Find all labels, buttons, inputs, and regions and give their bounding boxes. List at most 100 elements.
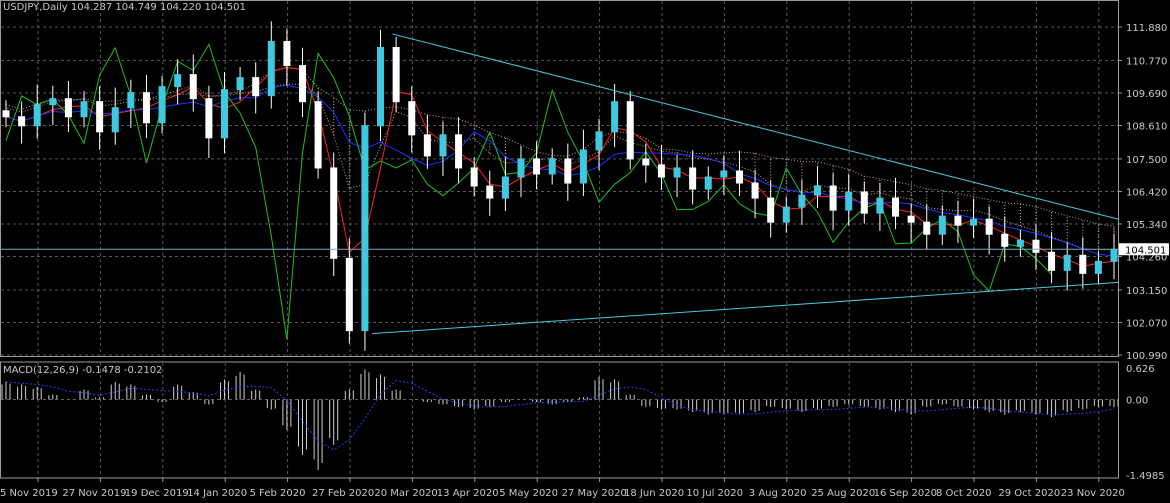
- x-tick-label: 3 Aug 2020: [749, 488, 807, 499]
- candle-body: [345, 257, 353, 332]
- candle-body: [64, 98, 72, 118]
- candle-body: [80, 101, 88, 118]
- candle-body: [923, 221, 931, 235]
- candle-body: [283, 40, 291, 67]
- candles-layer: [2, 21, 1118, 351]
- candle-body: [361, 125, 369, 332]
- x-tick-label: 5 May 2020: [499, 488, 558, 499]
- tenkan-line: [5, 67, 1115, 267]
- price-tag-text: 104.501: [1125, 245, 1166, 256]
- candle-body: [533, 158, 541, 175]
- candle-body: [1048, 251, 1056, 271]
- x-tick-label: 20 Mar 2020: [374, 488, 437, 499]
- y-tick-label: 109.690: [1126, 89, 1167, 100]
- candle-body: [876, 197, 884, 214]
- candle-body: [314, 101, 322, 169]
- candle-body: [501, 176, 509, 199]
- candle-body: [1079, 254, 1087, 274]
- candle-body: [1094, 260, 1102, 274]
- x-tick-label: 5 Nov 2019: [0, 488, 58, 499]
- x-tick-label: 27 Nov 2019: [62, 488, 126, 499]
- candle-body: [564, 158, 572, 184]
- candle-body: [954, 215, 962, 226]
- candle-body: [595, 131, 603, 151]
- symbol-info: USDJPY,Daily 104.287 104.749 104.220 104…: [3, 2, 246, 13]
- x-tick-label: 18 Jun 2020: [624, 488, 684, 499]
- candle-body: [127, 92, 135, 109]
- candle-body: [517, 158, 525, 178]
- candle-body: [829, 185, 837, 211]
- candle-body: [189, 74, 197, 100]
- candle-body: [985, 218, 993, 235]
- y-tick-label: 111.880: [1126, 23, 1167, 34]
- candle-body: [860, 191, 868, 214]
- candle-body: [470, 167, 478, 187]
- candle-body: [782, 206, 790, 223]
- y-tick-label: 100.990: [1126, 351, 1167, 362]
- candle-body: [813, 185, 821, 196]
- candle-body: [892, 197, 900, 217]
- candle-body: [689, 167, 697, 190]
- x-tick-label: 19 Dec 2019: [125, 488, 189, 499]
- candle-body: [33, 104, 41, 127]
- candle-body: [174, 74, 182, 88]
- x-tick-label: 27 Feb 2020: [312, 488, 374, 499]
- candle-body: [735, 170, 743, 184]
- y-tick-label: 105.340: [1126, 220, 1167, 231]
- candle-body: [49, 98, 57, 106]
- candle-body: [767, 197, 775, 223]
- candle-body: [2, 110, 10, 118]
- candle-body: [220, 89, 228, 139]
- candle-body: [408, 101, 416, 136]
- candle-body: [423, 134, 431, 157]
- candle-body: [1032, 239, 1040, 253]
- candle-body: [1016, 239, 1024, 247]
- candle-body: [142, 92, 150, 124]
- candle-body: [158, 86, 166, 124]
- y-tick-label: 110.770: [1126, 56, 1167, 67]
- macd-y-tick-label: -1.4985: [1126, 471, 1165, 482]
- x-tick-label: 23 Nov 2020: [1061, 488, 1125, 499]
- grid-layer: [1, 1, 1118, 478]
- candle-body: [455, 134, 463, 169]
- y-tick-label: 107.500: [1126, 155, 1167, 166]
- macd-frame: [0, 361, 1119, 479]
- candle-body: [642, 158, 650, 166]
- macd-y-tick-label: 0.626: [1126, 364, 1155, 375]
- candle-body: [673, 167, 681, 178]
- candle-body: [377, 46, 385, 127]
- candle-body: [1063, 254, 1071, 271]
- candle-body: [907, 215, 915, 223]
- x-tick-label: 27 May 2020: [562, 488, 627, 499]
- x-tick-label: 14 Jan 2020: [187, 488, 247, 499]
- candle-body: [611, 101, 619, 133]
- main-frame: [0, 0, 1119, 357]
- candle-body: [252, 77, 260, 97]
- candle-body: [299, 65, 307, 103]
- candle-body: [330, 167, 338, 259]
- macd-y-tick-label: 0.00: [1126, 396, 1148, 407]
- y-tick-label: 102.070: [1126, 318, 1167, 329]
- macd-panel: [1, 369, 1119, 471]
- candle-body: [205, 98, 213, 139]
- x-tick-label: 10 Jul 2020: [686, 488, 743, 499]
- candle-body: [626, 101, 634, 160]
- candle-body: [96, 101, 104, 133]
- candle-body: [18, 116, 26, 127]
- candle-body: [845, 191, 853, 211]
- candle-body: [798, 194, 806, 208]
- macd-signal: [5, 380, 1115, 451]
- y-tick-label: 103.150: [1126, 286, 1167, 297]
- x-tick-label: 5 Feb 2020: [250, 488, 306, 499]
- y-tick-label: 106.420: [1126, 187, 1167, 198]
- candle-body: [439, 134, 447, 157]
- x-tick-label: 8 Oct 2020: [936, 488, 991, 499]
- usdjpy-chart: 5 Nov 2019 27 Nov 201919 Dec 201914 Jan 2…: [0, 0, 1169, 499]
- candle-body: [392, 46, 400, 103]
- candle-body: [579, 149, 587, 184]
- candle-body: [970, 218, 978, 226]
- candle-body: [751, 182, 759, 199]
- candle-body: [938, 215, 946, 235]
- x-tick-label: 16 Sep 2020: [874, 488, 937, 499]
- candle-body: [704, 176, 712, 190]
